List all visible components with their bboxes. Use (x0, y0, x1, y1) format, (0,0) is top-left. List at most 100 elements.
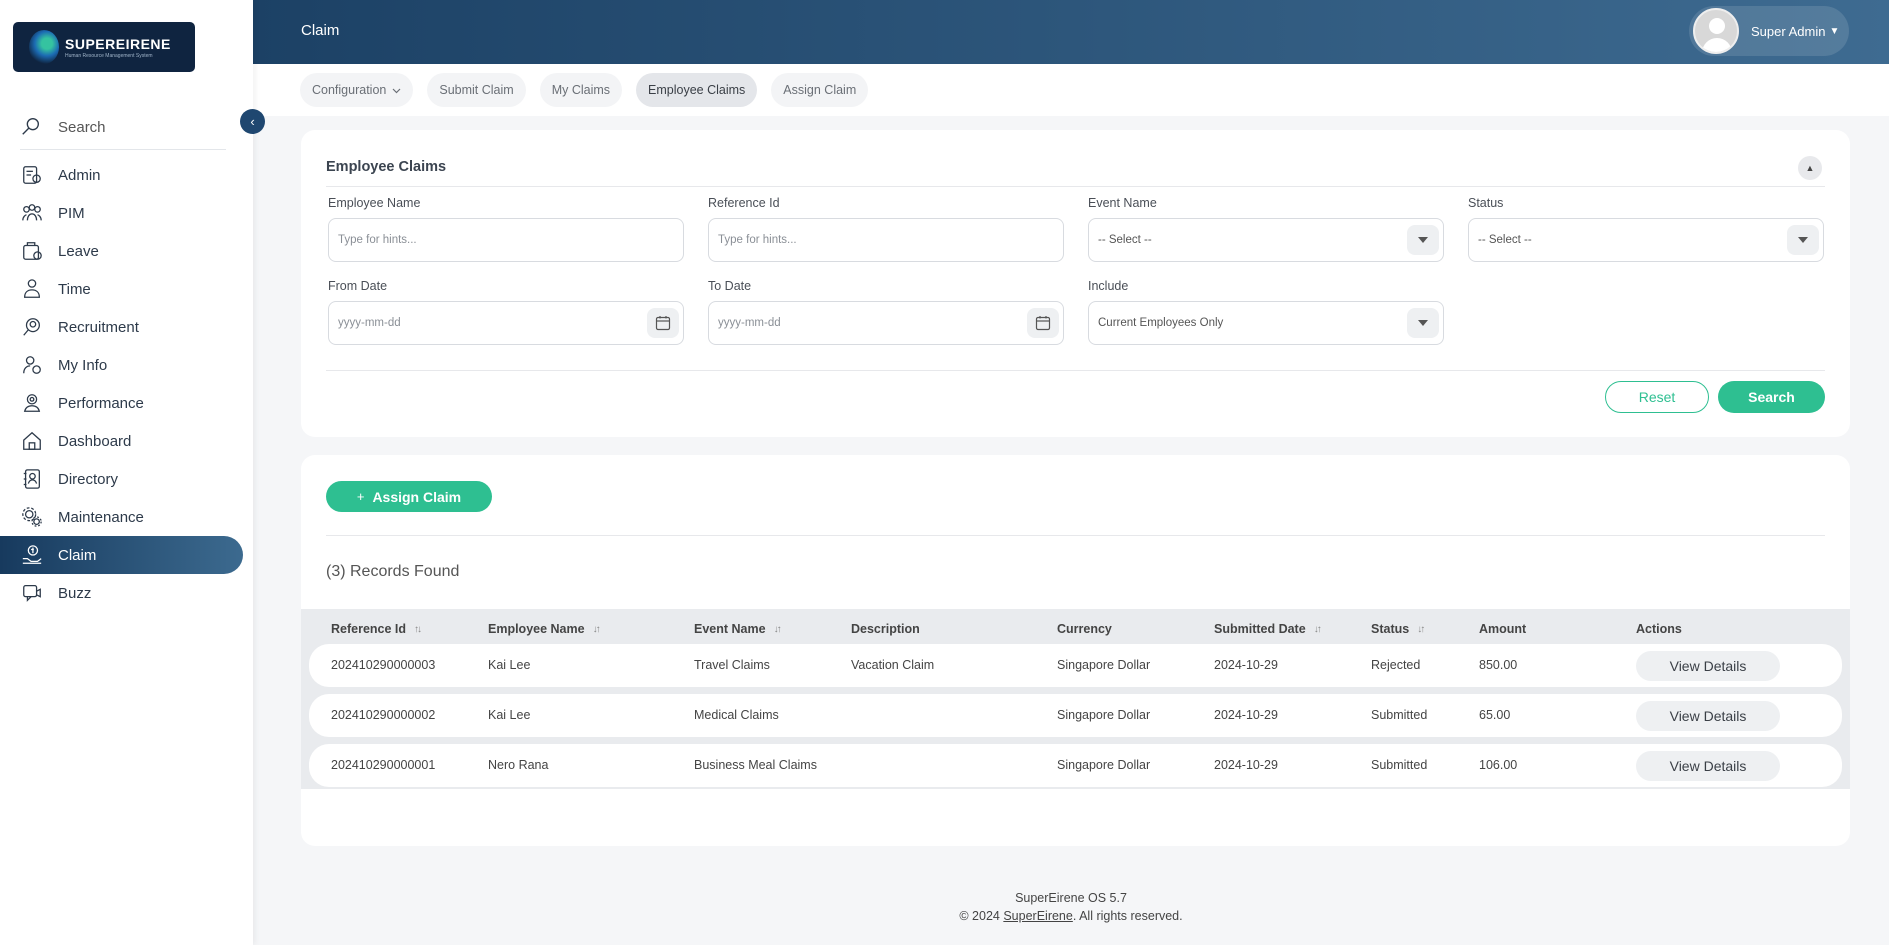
sidebar-item-dashboard[interactable]: Dashboard (0, 422, 253, 460)
from-date-placeholder: yyyy-mm-dd (338, 317, 401, 329)
column-header-label: Status (1371, 622, 1410, 636)
view-details-button[interactable]: View Details (1636, 651, 1780, 681)
sidebar-search[interactable]: Search (20, 106, 226, 150)
sidebar-item-performance[interactable]: Performance (0, 384, 253, 422)
tab-my-claims[interactable]: My Claims (539, 73, 623, 107)
column-header-label: Currency (1057, 622, 1112, 636)
maintenance-icon (20, 505, 44, 529)
calendar-icon[interactable] (647, 308, 679, 338)
table-row[interactable]: 202410290000003 Kai Lee Travel Claims Va… (309, 644, 1842, 687)
sidebar-item-recruitment[interactable]: Recruitment (0, 308, 253, 346)
filter-card: Employee Claims ▲ Employee Name Type for… (301, 130, 1850, 437)
include-label: Include (1088, 279, 1129, 293)
cell-amount: 850.00 (1479, 658, 1518, 672)
tab-employee-claims[interactable]: Employee Claims (636, 73, 758, 107)
include-select[interactable]: Current Employees Only (1088, 301, 1444, 345)
column-header-description: Description (851, 622, 920, 636)
sort-icon[interactable]: ↓↑ (1314, 624, 1322, 635)
column-header-label: Amount (1479, 622, 1527, 636)
tab-assign-claim[interactable]: Assign Claim (771, 73, 869, 107)
employee-name-label: Employee Name (328, 196, 421, 210)
sidebar-item-time[interactable]: Time (0, 270, 253, 308)
tab-label: Assign Claim (783, 83, 857, 97)
chevron-down-icon (392, 83, 401, 97)
column-header-reference-id[interactable]: Reference Id ↑↓ (331, 622, 422, 636)
cell-status: Rejected (1371, 658, 1421, 672)
sort-icon[interactable]: ↓↑ (1417, 624, 1425, 635)
column-header-label: Event Name (694, 622, 766, 636)
sidebar-item-claim[interactable]: Claim (0, 536, 243, 574)
cell-reference-id: 202410290000003 (331, 658, 436, 672)
column-header-event-name[interactable]: Event Name ↓↑ (694, 622, 782, 636)
cell-currency: Singapore Dollar (1057, 758, 1151, 772)
view-details-button[interactable]: View Details (1636, 701, 1780, 731)
table-row[interactable]: 202410290000001 Nero Rana Business Meal … (309, 744, 1842, 787)
sort-icon[interactable]: ↓↑ (774, 624, 782, 635)
cell-reference-id: 202410290000001 (331, 758, 436, 772)
records-count: (3) Records Found (326, 563, 460, 580)
cell-employee-name: Kai Lee (488, 658, 531, 672)
to-date-placeholder: yyyy-mm-dd (718, 317, 781, 329)
event-name-select[interactable]: -- Select -- (1088, 218, 1444, 262)
collapse-filter-button[interactable]: ▲ (1798, 156, 1822, 180)
brand-logo[interactable]: SUPEREIRENE Human Resource Management Sy… (13, 22, 195, 72)
chevron-left-icon: ‹ (250, 114, 255, 129)
sidebar-search-label: Search (58, 119, 106, 136)
dropdown-arrow-icon[interactable] (1407, 308, 1439, 338)
brand-tagline: Human Resource Management System (65, 52, 153, 59)
reference-id-input[interactable]: Type for hints... (708, 218, 1064, 262)
sidebar-item-leave[interactable]: Leave (0, 232, 253, 270)
user-menu[interactable]: Super Admin ▼ (1689, 6, 1849, 56)
pim-icon (20, 201, 44, 225)
status-label: Status (1468, 196, 1504, 210)
recruitment-icon (20, 315, 44, 339)
calendar-icon[interactable] (1027, 308, 1059, 338)
tabs-bar: Configuration Submit Claim My Claims Emp… (253, 64, 1889, 116)
column-header-employee-name[interactable]: Employee Name ↓↑ (488, 622, 601, 636)
tab-label: Configuration (312, 83, 387, 97)
employee-name-input[interactable]: Type for hints... (328, 218, 684, 262)
from-date-input[interactable]: yyyy-mm-dd (328, 301, 684, 345)
column-header-currency: Currency (1057, 622, 1112, 636)
tab-submit-claim[interactable]: Submit Claim (427, 73, 526, 107)
sidebar-item-directory[interactable]: Directory (0, 460, 253, 498)
sort-icon[interactable]: ↑↓ (414, 624, 422, 635)
table-row[interactable]: 202410290000002 Kai Lee Medical Claims S… (309, 694, 1842, 737)
dropdown-arrow-icon[interactable] (1787, 225, 1819, 255)
cell-status: Submitted (1371, 758, 1428, 772)
cell-employee-name: Nero Rana (488, 758, 549, 772)
column-header-submitted-date[interactable]: Submitted Date ↓↑ (1214, 622, 1322, 636)
tab-label: My Claims (551, 83, 611, 97)
column-header-status[interactable]: Status ↓↑ (1371, 622, 1425, 636)
cell-amount: 65.00 (1479, 708, 1511, 722)
status-value: -- Select -- (1478, 234, 1532, 246)
assign-claim-button[interactable]: + Assign Claim (326, 481, 492, 512)
include-value: Current Employees Only (1098, 317, 1224, 329)
sidebar-item-my-info[interactable]: My Info (0, 346, 253, 384)
sidebar-item-admin[interactable]: Admin (0, 156, 253, 194)
footer-link[interactable]: SuperEirene (1003, 909, 1073, 923)
sort-icon[interactable]: ↓↑ (593, 624, 601, 635)
from-date-label: From Date (328, 279, 388, 293)
dropdown-arrow-icon[interactable] (1407, 225, 1439, 255)
sidebar-menu: Admin PIM Leave Time Recruitment My Info… (0, 156, 253, 612)
cell-description: Vacation Claim (851, 658, 935, 672)
user-name: Super Admin (1751, 23, 1826, 39)
time-icon (20, 277, 44, 301)
status-select[interactable]: -- Select -- (1468, 218, 1824, 262)
tab-configuration[interactable]: Configuration (300, 73, 414, 107)
to-date-input[interactable]: yyyy-mm-dd (708, 301, 1064, 345)
footer-version: SuperEirene OS 5.7 (1015, 891, 1127, 905)
footer-copyright: © 2024 SuperEirene. All rights reserved. (253, 907, 1889, 925)
cell-submitted-date: 2024-10-29 (1214, 758, 1278, 772)
sidebar-item-buzz[interactable]: Buzz (0, 574, 253, 612)
search-button[interactable]: Search (1718, 381, 1825, 413)
reset-button[interactable]: Reset (1605, 381, 1709, 413)
sidebar-item-pim[interactable]: PIM (0, 194, 253, 232)
view-details-button[interactable]: View Details (1636, 751, 1780, 781)
sidebar-collapse-button[interactable]: ‹ (240, 109, 265, 134)
tab-label: Submit Claim (439, 83, 514, 97)
buzz-icon (20, 581, 44, 605)
event-name-value: -- Select -- (1098, 234, 1152, 246)
sidebar-item-maintenance[interactable]: Maintenance (0, 498, 253, 536)
